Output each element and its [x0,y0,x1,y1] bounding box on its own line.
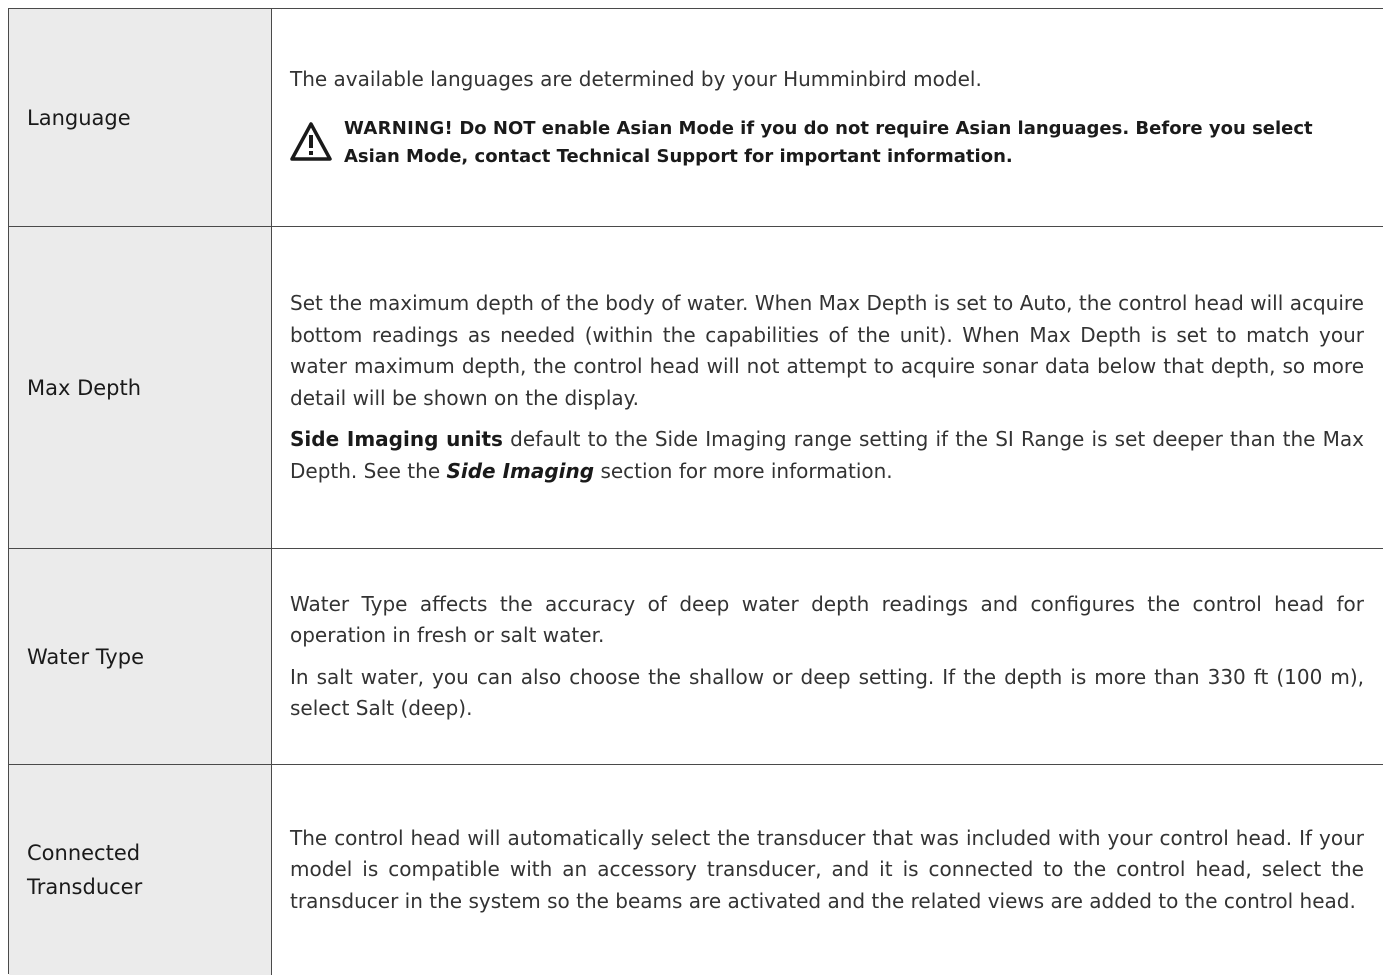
warning-notice: WARNING! Do NOT enable Asian Mode if you… [290,115,1364,171]
row-label-line: Connected [27,841,141,865]
description-paragraph: The control head will automatically sele… [290,825,1364,913]
warning-body: Do NOT enable Asian Mode if you do not r… [344,118,1313,168]
description-paragraph: In salt water, you can also choose the s… [290,664,1364,721]
warning-triangle-icon [290,122,332,161]
table-row-connected-transducer: Connected Transducer The control head wi… [9,765,1383,975]
row-label: Connected Transducer [27,836,142,904]
settings-table: Language The available languages are det… [8,8,1383,975]
row-label: Max Depth [27,375,142,400]
paragraph-text: section for more information. [594,458,893,483]
emphasis-text: Side Imaging units [290,427,503,451]
description-paragraph: Side Imaging units default to the Side I… [290,424,1364,487]
row-label-cell: Language [9,9,272,226]
description-paragraph: Set the maximum depth of the body of wat… [290,291,1364,410]
warning-label: WARNING! [344,118,454,140]
warning-text: WARNING! Do NOT enable Asian Mode if you… [344,115,1364,171]
description-paragraph: Water Type affects the accuracy of deep … [290,591,1364,648]
row-label-line: Transducer [27,875,143,899]
row-label-cell: Connected Transducer [9,765,272,975]
table-row-max-depth: Max Depth Set the maximum depth of the b… [9,227,1383,549]
row-label-cell: Water Type [9,549,272,764]
row-label: Language [27,105,131,130]
table-row-language: Language The available languages are det… [9,9,1383,227]
row-label-cell: Max Depth [9,227,272,548]
row-description: The available languages are determined b… [272,9,1383,226]
row-label: Water Type [27,644,144,669]
row-description: Water Type affects the accuracy of deep … [272,549,1383,764]
section-reference: Side Imaging [446,458,595,483]
row-description: Set the maximum depth of the body of wat… [272,227,1383,548]
description-paragraph: The available languages are determined b… [290,66,982,91]
row-description: The control head will automatically sele… [272,765,1383,975]
table-row-water-type: Water Type Water Type affects the accura… [9,549,1383,765]
